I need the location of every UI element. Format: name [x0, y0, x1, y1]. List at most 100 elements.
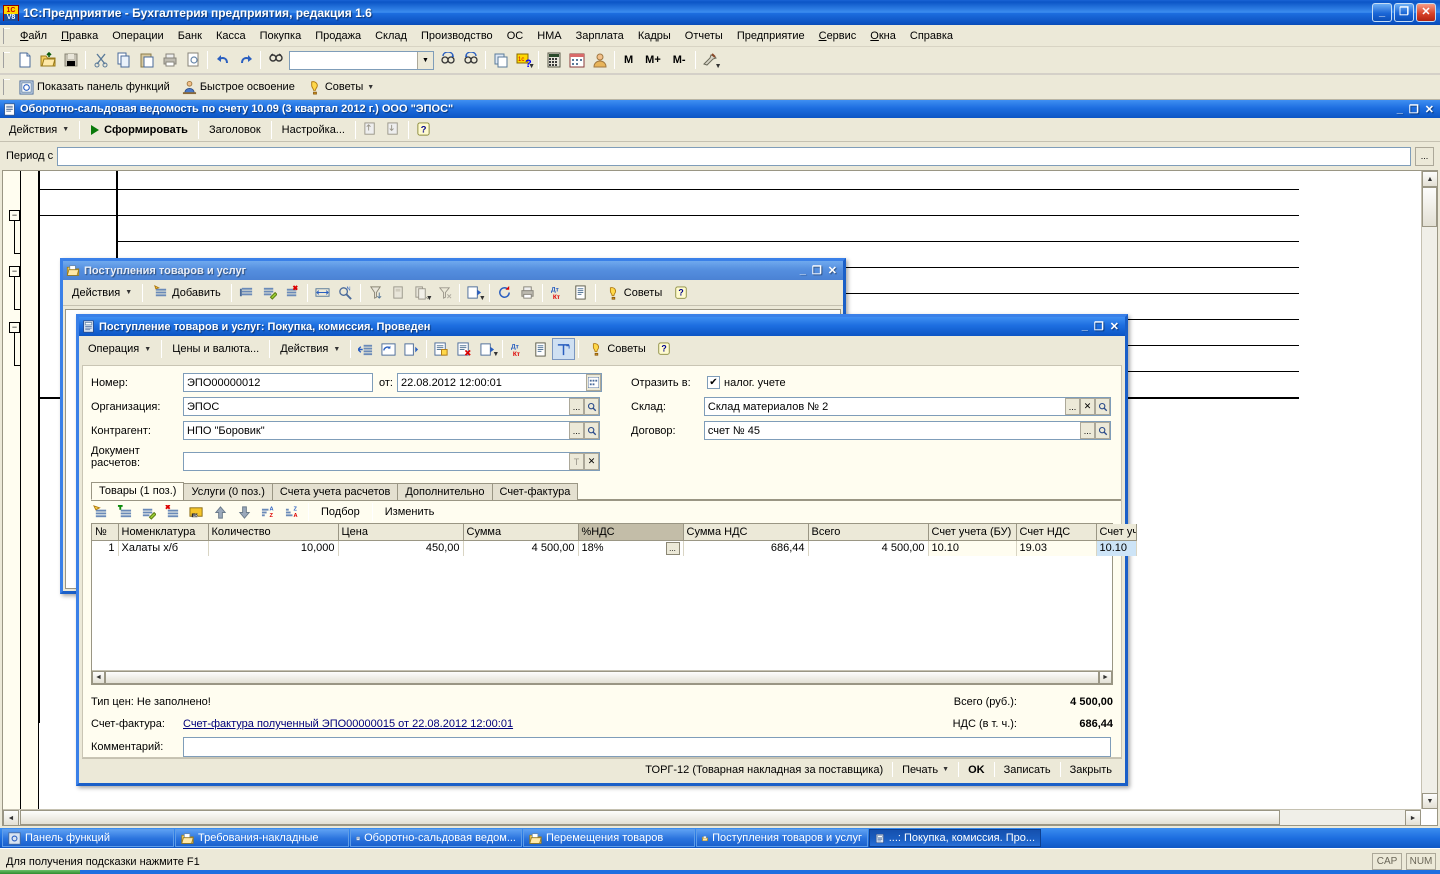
menu-item-operations[interactable]: Операции: [105, 28, 170, 44]
help-icon[interactable]: ?: [669, 282, 692, 304]
tab-invoice[interactable]: Счет-фактура: [491, 483, 579, 500]
search-settings-icon[interactable]: N: [334, 282, 357, 304]
cut-icon[interactable]: [89, 49, 112, 71]
document-minimize-button[interactable]: _: [1082, 320, 1088, 333]
write-button[interactable]: Записать: [996, 760, 1059, 779]
structure-icon[interactable]: [569, 282, 592, 304]
taskbar-item-requirements[interactable]: Требования-накладные: [175, 829, 349, 847]
edit-row-icon[interactable]: [258, 282, 281, 304]
unpost-icon[interactable]: [453, 338, 476, 360]
memory-button-m[interactable]: M: [618, 49, 639, 71]
menu-item-help[interactable]: Справка: [903, 28, 960, 44]
tab-additional[interactable]: Дополнительно: [397, 483, 493, 500]
settlement-doc-input[interactable]: T ✕: [183, 452, 600, 471]
contract-select-button[interactable]: ...: [1080, 422, 1095, 439]
fit-columns-icon[interactable]: [311, 282, 334, 304]
insert-row-icon[interactable]: [113, 501, 136, 523]
add-row-icon[interactable]: [89, 501, 112, 523]
quick-start-button[interactable]: Быстрое освоение: [176, 76, 301, 98]
new-document-icon[interactable]: [13, 49, 36, 71]
memory-button-m-minus[interactable]: M-: [667, 49, 692, 71]
chevron-down-icon[interactable]: ▼: [492, 351, 499, 358]
cell-nomenclature[interactable]: Халаты х/б: [118, 540, 209, 556]
menu-item-salary[interactable]: Зарплата: [569, 28, 631, 44]
menu-item-os[interactable]: ОС: [500, 28, 531, 44]
cell-acct-vat[interactable]: 19.03: [1016, 540, 1097, 556]
menu-item-reports[interactable]: Отчеты: [678, 28, 730, 44]
scroll-up-icon[interactable]: ▲: [1422, 171, 1437, 187]
cell-quantity[interactable]: 10,000: [208, 540, 339, 556]
prices-currency-button[interactable]: Цены и валюта...: [165, 339, 266, 359]
menu-item-nma[interactable]: НМА: [530, 28, 568, 44]
maximize-button[interactable]: ❐: [1394, 3, 1414, 22]
col-header-n[interactable]: №: [92, 524, 119, 541]
cell-acct-bu[interactable]: 10.10: [928, 540, 1017, 556]
group-collapse-3[interactable]: −: [9, 322, 20, 333]
tab-services[interactable]: Услуги (0 поз.): [183, 483, 273, 500]
warehouse-clear-button[interactable]: ✕: [1080, 398, 1095, 415]
refresh-icon[interactable]: [493, 282, 516, 304]
print-form-button[interactable]: ТОРГ-12 (Товарная накладная за поставщик…: [637, 760, 891, 779]
menu-item-edit[interactable]: Правка: [54, 28, 105, 44]
show-report-icon[interactable]: [552, 338, 576, 360]
vat-rate-select-button[interactable]: ...: [665, 541, 680, 555]
search-input[interactable]: ▼: [289, 50, 434, 70]
calculator-icon[interactable]: [542, 49, 565, 71]
report-close-button[interactable]: ✕: [1425, 103, 1434, 116]
col-header-vat-rate[interactable]: %НДС: [578, 524, 684, 541]
report-period-select-button[interactable]: ...: [1415, 146, 1434, 166]
document-actions-menu[interactable]: Действия ▼: [273, 339, 347, 359]
cell-total[interactable]: 4 500,00: [808, 540, 929, 556]
taskbar-item-receipts[interactable]: Поступления товаров и услуг: [696, 829, 868, 847]
cell-vat-amount[interactable]: 686,44: [683, 540, 809, 556]
find-prev-icon[interactable]: [459, 49, 482, 71]
set-value-icon[interactable]: ok: [185, 501, 208, 523]
menu-item-windows[interactable]: Окна: [863, 28, 903, 44]
report-period-input[interactable]: [57, 146, 1411, 166]
copy-row-icon[interactable]: [235, 282, 258, 304]
post-and-close-icon[interactable]: [430, 338, 453, 360]
delete-mark-icon[interactable]: [281, 282, 304, 304]
menu-item-production[interactable]: Производство: [414, 28, 500, 44]
toolbar-grip-handle[interactable]: [3, 52, 10, 68]
col-header-price[interactable]: Цена: [338, 524, 464, 541]
list-add-button[interactable]: Добавить: [146, 283, 228, 303]
post-document-icon[interactable]: [400, 338, 423, 360]
list-minimize-button[interactable]: _: [800, 264, 806, 277]
table-horizontal-scrollbar[interactable]: ◄ ►: [92, 670, 1112, 684]
taskbar-item-functions-panel[interactable]: Панель функций: [2, 829, 174, 847]
warehouse-input[interactable]: Склад материалов № 2 ... ✕: [703, 397, 1111, 416]
warehouse-select-button[interactable]: ...: [1065, 398, 1080, 415]
find-icon[interactable]: [264, 49, 287, 71]
structure-icon[interactable]: [529, 338, 552, 360]
selection-button[interactable]: Подбор: [313, 505, 368, 519]
group-collapse-2[interactable]: −: [9, 266, 20, 277]
sort-asc-icon[interactable]: AZ: [257, 501, 280, 523]
postings-icon[interactable]: Дт Кт: [506, 338, 529, 360]
sort-desc-icon[interactable]: ZA: [281, 501, 304, 523]
list-actions-menu[interactable]: Действия ▼: [65, 283, 139, 303]
print-button[interactable]: Печать ▼: [894, 760, 957, 779]
tab-settlement-accounts[interactable]: Счета учета расчетов: [271, 483, 399, 500]
scroll-left-icon[interactable]: ◄: [3, 810, 19, 825]
cell-acct-nu[interactable]: 10.10: [1096, 540, 1137, 556]
table-scroll-right-icon[interactable]: ►: [1099, 671, 1112, 684]
move-down-icon[interactable]: [233, 501, 256, 523]
chevron-down-icon[interactable]: ▼: [528, 63, 535, 70]
toolbar2-grip-handle[interactable]: [3, 79, 10, 95]
tips-button[interactable]: Советы ▼: [301, 76, 380, 98]
menu-grip-handle[interactable]: [3, 27, 10, 44]
organization-input[interactable]: ЭПОС ...: [183, 397, 600, 416]
col-header-acct-bu[interactable]: Счет учета (БУ): [928, 524, 1017, 541]
counterparty-input[interactable]: НПО "Боровик" ...: [183, 421, 600, 440]
paste-icon[interactable]: [135, 49, 158, 71]
document-close-button[interactable]: ✕: [1110, 320, 1119, 333]
menu-item-purchase[interactable]: Покупка: [253, 28, 309, 44]
edit-row-icon[interactable]: [137, 501, 160, 523]
menu-item-warehouse[interactable]: Склад: [368, 28, 414, 44]
group-collapse-1[interactable]: −: [9, 210, 20, 221]
col-header-vat-amount[interactable]: Сумма НДС: [683, 524, 809, 541]
minimize-button[interactable]: _: [1372, 3, 1392, 22]
report-minimize-button[interactable]: _: [1397, 103, 1403, 116]
table-row[interactable]: 1 Халаты х/б 10,000 450,00 4 500,00 18% …: [92, 540, 1137, 556]
